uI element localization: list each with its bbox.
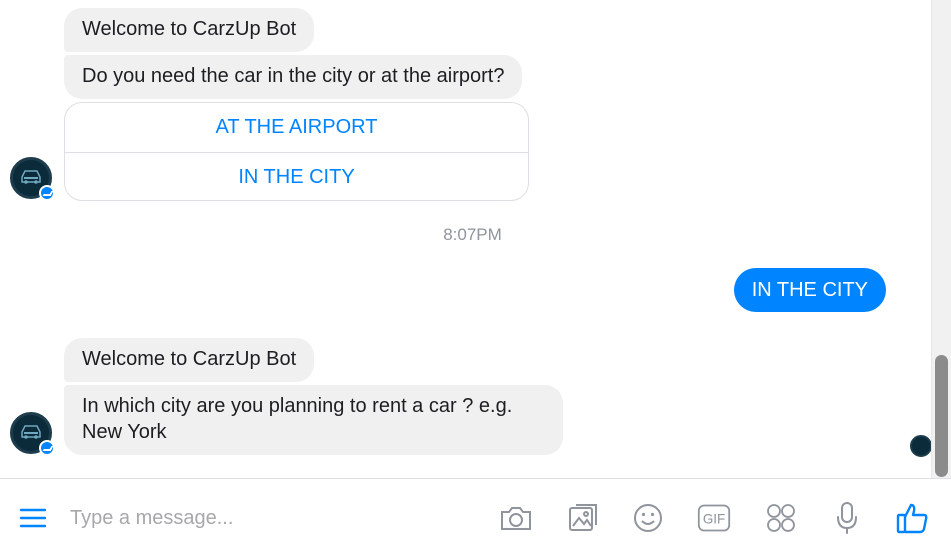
car-logo-icon [21, 425, 41, 439]
message-timestamp: 8:07PM [443, 225, 502, 244]
bot-message: In which city are you planning to rent a… [64, 385, 563, 455]
quick-reply-city-button[interactable]: IN THE CITY [65, 152, 528, 200]
emoji-icon[interactable] [631, 501, 665, 535]
stickers-icon[interactable] [764, 501, 798, 535]
camera-icon[interactable] [499, 501, 533, 535]
thumbs-up-icon[interactable] [896, 501, 930, 535]
message-composer: GIF [0, 478, 951, 552]
message-input[interactable] [70, 503, 470, 533]
bot-avatar[interactable] [10, 157, 55, 201]
bot-message: Do you need the car in the city or at th… [64, 55, 523, 99]
user-message: IN THE CITY [733, 268, 886, 312]
svg-text:GIF: GIF [703, 511, 725, 526]
menu-icon[interactable] [16, 501, 50, 535]
quick-reply-airport-button[interactable]: AT THE AIRPORT [65, 103, 528, 152]
scrollbar[interactable] [931, 0, 951, 478]
quick-replies: AT THE AIRPORT IN THE CITY [64, 102, 529, 201]
messenger-badge-icon [39, 185, 55, 201]
messenger-badge-icon [39, 440, 55, 456]
image-icon[interactable] [566, 501, 600, 535]
car-logo-icon [21, 170, 41, 184]
microphone-icon[interactable] [830, 501, 864, 535]
chat-thread: Welcome to CarzUp Bot Do you need the ca… [0, 0, 931, 478]
scrollbar-thumb[interactable] [935, 355, 948, 477]
bot-avatar[interactable] [10, 412, 55, 456]
bot-message: Welcome to CarzUp Bot [64, 8, 315, 52]
gif-icon[interactable]: GIF [697, 501, 731, 535]
seen-indicator-avatar [910, 435, 931, 457]
bot-message: Welcome to CarzUp Bot [64, 338, 315, 382]
